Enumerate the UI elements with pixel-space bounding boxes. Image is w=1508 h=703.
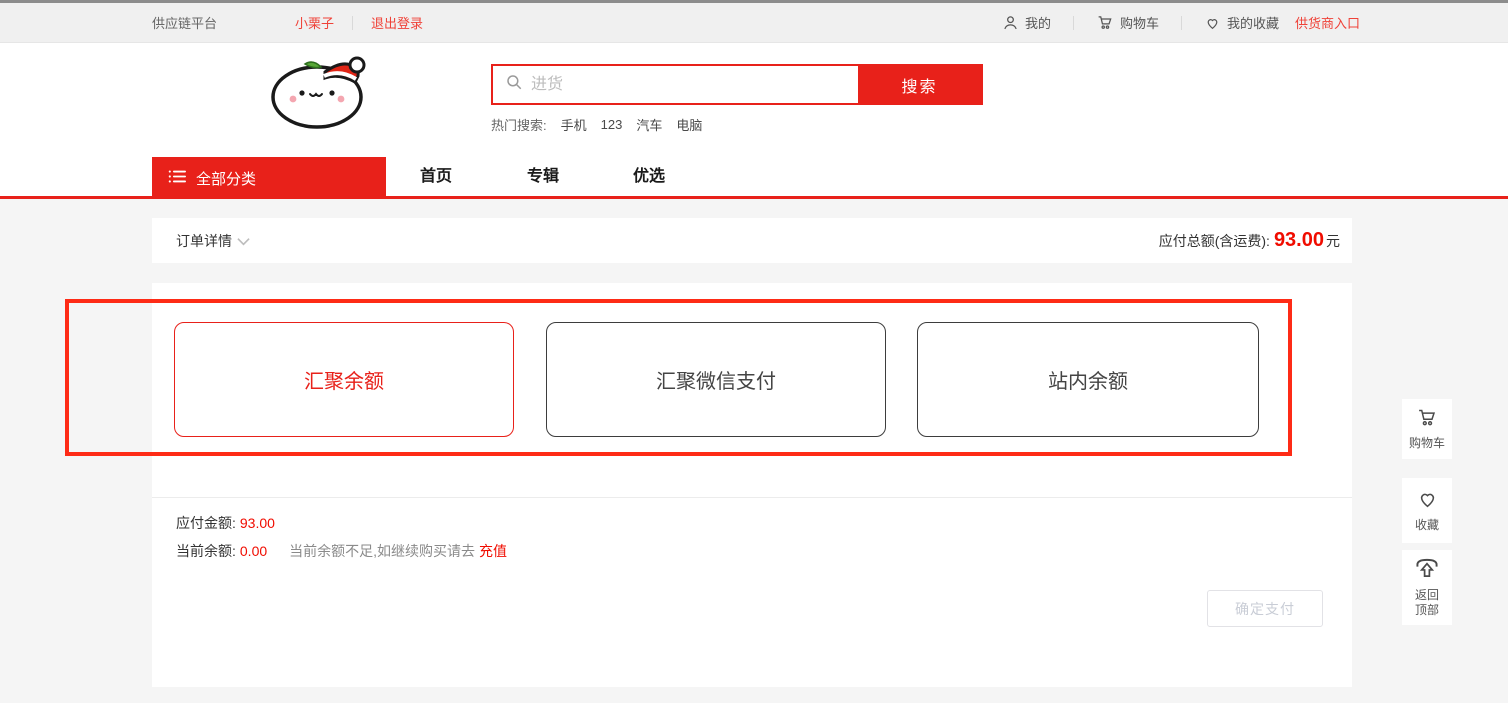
divider [1181,16,1182,30]
balance-insufficient-note: 当前余额不足,如继续购买请去 [289,541,475,561]
order-total-label: 应付总额(含运费): [1159,231,1270,251]
nav-item-home[interactable]: 首页 [420,157,452,199]
payment-panel: 汇聚余额 汇聚微信支付 站内余额 应付金额: 93.00 当前余额: 0.00 … [152,283,1352,687]
platform-link[interactable]: 供应链平台 [152,13,217,32]
hot-search-item[interactable]: 电脑 [676,115,702,134]
logo-image [255,45,385,131]
user-icon [1002,14,1019,31]
site-logo[interactable] [255,45,385,131]
supplier-entry-link[interactable]: 供货商入口 [1295,13,1360,32]
hot-search-row: 热门搜索: 手机 123 汽车 电脑 [491,115,702,134]
cart-icon [1415,407,1439,433]
order-total: 应付总额(含运费): 93.00 元 [1159,218,1340,263]
cart-icon [1096,14,1114,31]
hot-search-item[interactable]: 汽车 [636,115,662,134]
order-total-unit: 元 [1326,231,1340,251]
float-cart-label: 购物车 [1409,436,1445,451]
pay-method-site-balance[interactable]: 站内余额 [917,322,1259,437]
search-icon [505,73,523,96]
header: 搜索 热门搜索: 手机 123 汽车 电脑 [0,43,1508,157]
float-favorite-button[interactable]: 收藏 [1402,478,1452,543]
cart-link[interactable]: 购物车 [1096,13,1159,32]
payable-amount-row: 应付金额: 93.00 [176,513,275,533]
current-balance-value: 0.00 [240,543,267,559]
divider [1073,16,1074,30]
payable-amount-value: 93.00 [240,515,275,531]
recharge-link[interactable]: 充值 [479,541,507,561]
order-details-toggle[interactable]: 订单详情 [176,218,250,263]
order-header-panel: 订单详情 应付总额(含运费): 93.00 元 [152,218,1352,263]
hot-search-label: 热门搜索: [491,115,547,134]
nav-item-picks[interactable]: 优选 [633,157,665,199]
search-button[interactable]: 搜索 [858,66,981,103]
pay-method-huiju-wechat[interactable]: 汇聚微信支付 [546,322,886,437]
divider [352,16,353,30]
chevron-down-icon [237,233,250,249]
navbar: 全部分类 首页 专辑 优选 [0,157,1508,199]
heart-icon [1204,15,1221,31]
float-cart-button[interactable]: 购物车 [1402,399,1452,459]
search-input[interactable] [531,66,858,103]
float-favorite-label: 收藏 [1415,518,1439,533]
back-to-top-label: 返回 顶部 [1415,588,1439,618]
nav-item-albums[interactable]: 专辑 [527,157,559,199]
current-balance-label: 当前余额: [176,541,236,561]
heart-icon [1415,488,1440,515]
list-icon [168,169,186,188]
topbar-right: 我的 购物车 我的收藏 供货商入口 [1002,3,1360,42]
back-to-top-button[interactable]: 返回 顶部 [1402,550,1452,625]
username-link[interactable]: 小栗子 [295,13,334,32]
all-categories-label: 全部分类 [196,168,256,189]
topbar: 供应链平台 小栗子 退出登录 我的 购物车 [0,0,1508,43]
hot-search-item[interactable]: 手机 [561,115,587,134]
search-input-area[interactable] [493,66,858,103]
confirm-pay-button[interactable]: 确定支付 [1207,590,1323,627]
section-divider [152,497,1352,498]
hot-search-item[interactable]: 123 [601,117,623,132]
topbar-left: 供应链平台 小栗子 退出登录 [152,3,423,42]
current-balance-row: 当前余额: 0.00 当前余额不足,如继续购买请去 充值 [176,541,507,561]
logout-link[interactable]: 退出登录 [371,13,423,32]
favorites-link[interactable]: 我的收藏 [1204,13,1279,32]
payable-amount-label: 应付金额: [176,513,236,533]
payment-page: { "colors": { "brand_red": "#e8211a", "a… [0,0,1508,703]
arrow-up-icon [1414,557,1440,585]
search-box: 搜索 [491,64,983,105]
order-total-amount: 93.00 [1274,229,1324,252]
all-categories-button[interactable]: 全部分类 [152,157,386,199]
my-account-link[interactable]: 我的 [1002,13,1051,32]
pay-method-huiju-balance[interactable]: 汇聚余额 [174,322,514,437]
